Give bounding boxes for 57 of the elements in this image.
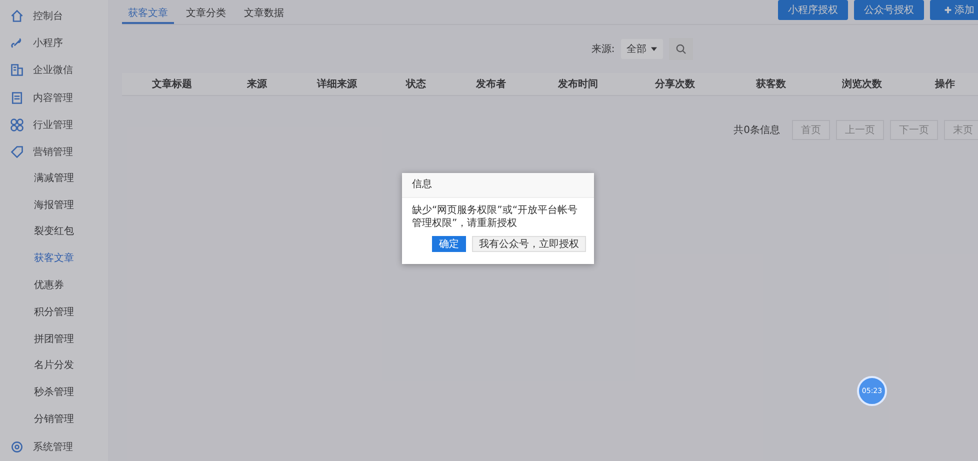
dialog-button[interactable]: 确定: [432, 236, 466, 252]
submenu-item[interactable]: 名片分发: [0, 353, 108, 380]
submenu-item[interactable]: 海报管理: [0, 192, 108, 220]
submenu-item[interactable]: 获客文章: [0, 246, 108, 273]
column-header: 状态: [404, 78, 427, 91]
column-header: 分享次数: [654, 77, 696, 91]
action-button[interactable]: 公众号授权: [854, 0, 924, 20]
submenu-item[interactable]: 分销管理: [0, 406, 108, 434]
sidebar-item[interactable]: 系统管理: [0, 434, 108, 461]
sidebar-item[interactable]: 控制台: [0, 2, 108, 30]
settings-icon: [10, 440, 24, 454]
sidebar-item[interactable]: 营销管理: [0, 138, 108, 166]
column-header: 获客数: [755, 77, 787, 91]
record-count: 共0条信息: [734, 124, 780, 137]
column-header: 发布者: [474, 78, 507, 91]
sidebar-item[interactable]: 内容管理: [0, 84, 108, 112]
search-button[interactable]: [668, 38, 693, 60]
tab[interactable]: 获客文章: [122, 0, 174, 24]
tab[interactable]: 文章数据: [238, 0, 290, 24]
sidebar-item-label: 行业管理: [33, 118, 73, 132]
submenu-item[interactable]: 积分管理: [0, 300, 108, 327]
submenu-item[interactable]: 满减管理: [0, 166, 108, 193]
action-button[interactable]: 小程序授权: [778, 0, 848, 20]
home-icon: [10, 8, 24, 23]
building-icon: [10, 63, 24, 78]
tab[interactable]: 文章分类: [180, 0, 232, 24]
sidebar-item[interactable]: 小程序: [0, 29, 108, 57]
submenu-item[interactable]: 秒杀管理: [0, 380, 108, 407]
document-icon: [10, 90, 24, 105]
sidebar-item-label: 企业微信: [33, 64, 73, 78]
sidebar-item-label: 系统管理: [33, 440, 73, 454]
column-header: 详细来源: [316, 77, 358, 91]
column-header: 浏览次数: [841, 78, 883, 91]
column-header: 文章标题: [151, 77, 193, 91]
sidebar-item[interactable]: 企业微信: [0, 56, 108, 84]
column-header: 操作: [934, 78, 956, 91]
sidebar-item[interactable]: 行业管理: [0, 111, 108, 138]
source-dropdown[interactable]: 全部: [620, 39, 663, 59]
search-icon: [674, 43, 687, 55]
dialog-button[interactable]: 我有公众号，立即授权: [472, 236, 586, 252]
submenu-item[interactable]: 裂变红包: [0, 219, 108, 246]
dialog-message: 缺少“网页服务权限”或“开放平台帐号管理权限”，请重新授权: [411, 204, 579, 230]
link-icon: [10, 36, 24, 50]
sidebar-item-label: 控制台: [33, 10, 63, 23]
sidebar-item-label: 营销管理: [33, 146, 73, 160]
submenu-item[interactable]: 优惠券: [0, 272, 108, 300]
sidebar-item-label: 内容管理: [33, 92, 73, 105]
tag-icon: [10, 145, 24, 160]
submenu-item[interactable]: 拼团管理: [0, 326, 108, 354]
grid-icon: [10, 118, 24, 132]
action-button[interactable]: 添加: [930, 0, 978, 20]
column-header: 发布时间: [556, 78, 599, 91]
dialog-title: 信息: [402, 173, 594, 198]
filter-label: 来源:: [591, 42, 615, 56]
column-header: 来源: [246, 78, 268, 91]
caret-icon: [650, 46, 657, 52]
sidebar-item-label: 小程序: [33, 36, 63, 50]
